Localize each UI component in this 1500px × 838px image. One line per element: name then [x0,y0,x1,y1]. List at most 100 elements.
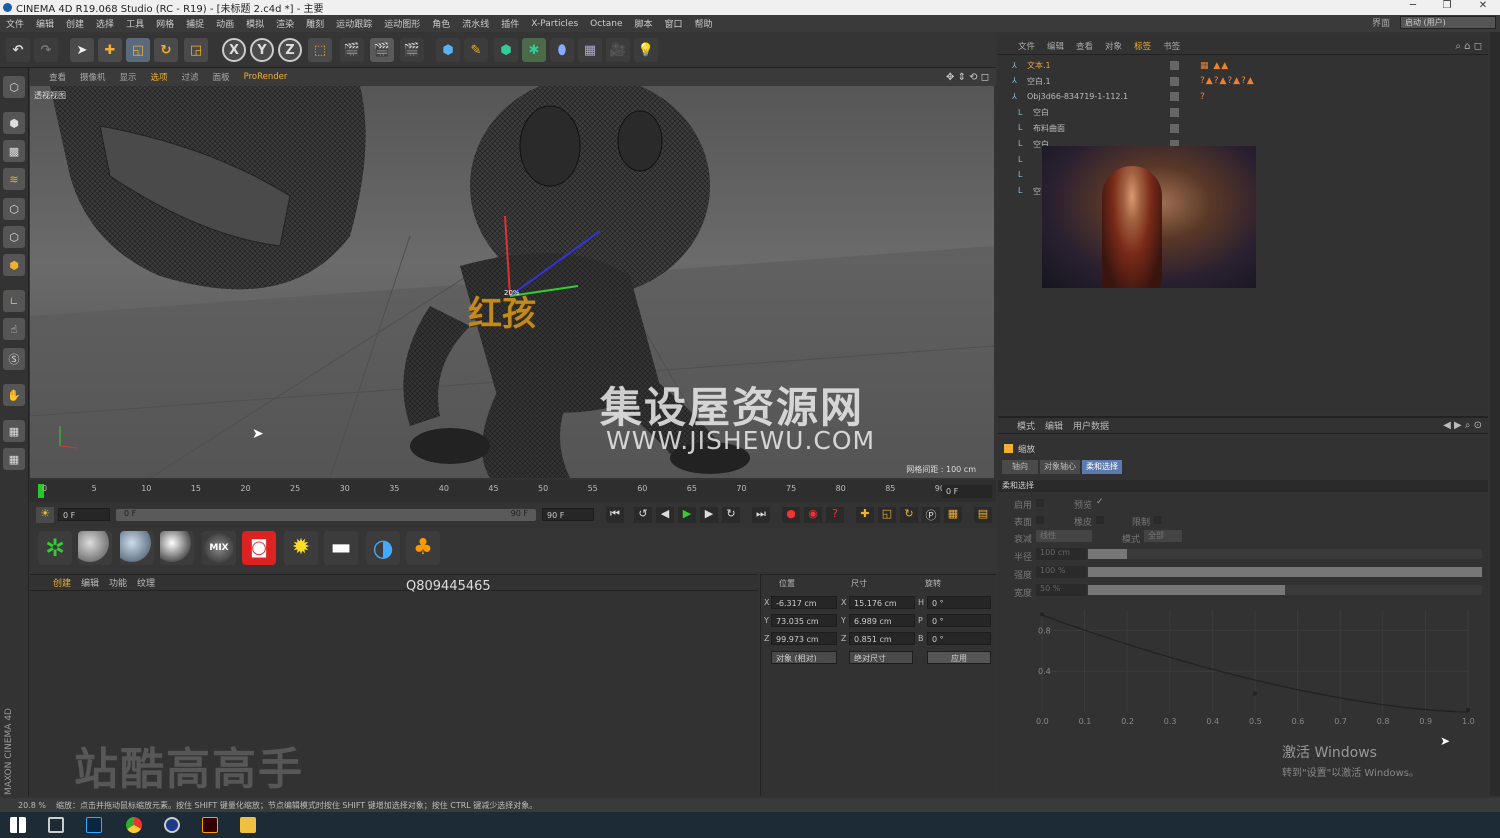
texture-mode-icon[interactable]: ▩ [3,140,25,162]
tab-soft-selection[interactable]: 柔和选择 [1082,460,1122,474]
menu-edit[interactable]: 编辑 [30,17,60,30]
menu-tools[interactable]: 工具 [120,17,150,30]
rotate-tool-icon[interactable]: ↻ [154,38,178,62]
photoshop-icon[interactable] [86,817,102,833]
model-mode-icon[interactable]: ⬢ [3,112,25,134]
menu-mesh[interactable]: 网格 [150,17,180,30]
obj-menu-objects[interactable]: 对象 [1099,40,1128,52]
key-parameter-icon[interactable]: Ⓟ [922,507,940,523]
mode-select[interactable]: 全部 [1144,530,1182,542]
tab-object-axis[interactable]: 对象轴心 [1040,460,1080,474]
range-slider[interactable]: 0 F 90 F [116,509,536,521]
recent-tool-icon[interactable]: ◲ [184,38,208,62]
timeline-end-field[interactable]: 0 F [942,485,992,498]
visibility-toggle-icon[interactable] [1170,123,1179,133]
rot-h-field[interactable]: 0 ° [927,596,991,609]
workplane-icon[interactable]: ≋ [3,168,25,190]
perspective-viewport[interactable]: 透视视图 红孩 20% 集设屋资源网 WWW.JISHEWU.COM 网格间距 … [30,86,994,478]
cloner-icon[interactable]: ✱ [522,38,546,62]
strength-slider[interactable] [1088,567,1482,577]
menu-file[interactable]: 文件 [0,17,30,30]
obj-menu-edit[interactable]: 编辑 [1041,40,1070,52]
key-pla-icon[interactable]: ▦ [944,507,962,523]
pos-x-field[interactable]: -6.317 cm [771,596,837,609]
curve-knot[interactable] [1040,612,1044,617]
mix-material-icon[interactable]: MIX [202,531,236,565]
obj-menu-tags[interactable]: 标签 [1128,40,1157,52]
menu-snap[interactable]: 捕捉 [180,17,210,30]
menu-animate[interactable]: 动画 [210,17,240,30]
chrome-icon[interactable] [126,817,142,833]
close-button[interactable]: ✕ [1468,0,1498,15]
field-restrict-checkbox[interactable] [1154,516,1162,524]
menu-motion-tracker[interactable]: 运动跟踪 [330,17,378,30]
menu-plugins[interactable]: 插件 [495,17,525,30]
deformer-icon[interactable]: ⬮ [550,38,574,62]
maximize-button[interactable]: ❐ [1432,0,1462,15]
text-object-label[interactable]: 红孩 [468,286,536,335]
vp-menu-prorender[interactable]: ProRender [237,72,295,82]
play-icon[interactable]: ▶ [678,507,696,523]
size-z-field[interactable]: 0.851 cm [849,632,915,645]
menu-render[interactable]: 渲染 [270,17,300,30]
auto-key-icon[interactable]: ◉ [804,507,822,523]
visibility-toggle-icon[interactable] [1170,76,1179,86]
redo-icon[interactable]: ↷ [34,38,58,62]
timeline-ruler[interactable]: 0 5 10 15 20 25 30 35 40 45 50 55 60 65 70 75 80 85 90 0 F [30,480,996,502]
menu-script[interactable]: 脚本 [629,17,659,30]
size-x-field[interactable]: 15.176 cm [849,596,915,609]
objmgr-search-icon[interactable]: ⌕ ⌂ ◻ [1449,41,1488,52]
vp-menu-camera[interactable]: 摄像机 [73,71,113,83]
floor-icon[interactable]: ▦ [578,38,602,62]
move-tool-icon[interactable]: ✚ [98,38,122,62]
undo-icon[interactable]: ↶ [6,38,30,62]
axis-x-button[interactable]: X [222,38,246,62]
field-preview-checkbox[interactable]: ✓ [1096,497,1104,507]
points-mode-icon[interactable]: ⬡ [3,198,25,220]
workplane-lock-icon[interactable]: ▦ [3,420,25,442]
visibility-toggle-icon[interactable] [1170,108,1179,118]
field-surface-checkbox[interactable] [1036,516,1044,524]
menu-sculpt[interactable]: 雕刻 [300,17,330,30]
menu-help[interactable]: 帮助 [689,17,719,30]
vp-menu-view[interactable]: 查看 [42,71,73,83]
contrast-icon[interactable]: ◑ [366,531,400,565]
attr-menu-edit[interactable]: 编辑 [1040,419,1068,432]
menu-select[interactable]: 选择 [90,17,120,30]
menu-xparticles[interactable]: X-Particles [525,19,584,29]
edges-mode-icon[interactable]: ⬡ [3,226,25,248]
radius-field[interactable]: 100 cm [1036,548,1086,560]
material-sphere-1-icon[interactable] [78,531,112,565]
object-row[interactable]: L 空白 [1004,105,1484,120]
render-settings-icon[interactable]: 🎬 [400,38,424,62]
goto-start-icon[interactable]: ⏮ [606,507,624,523]
polygons-mode-icon[interactable]: ⬢ [3,254,25,276]
material-sphere-3-icon[interactable] [160,531,194,565]
curve-knot[interactable] [1466,707,1470,712]
right-tab-strip[interactable] [1490,32,1500,796]
rot-p-field[interactable]: 0 ° [927,614,991,627]
object-row[interactable]: L 布料曲面 [1004,121,1484,136]
step-back-icon[interactable]: ◀ [656,507,674,523]
viewport-nav-icons[interactable]: ✥ ⇕ ⟲ ◻ [939,72,996,83]
width-field[interactable]: 50 % [1036,584,1086,596]
field-enable-checkbox[interactable] [1036,499,1044,507]
area-light-icon[interactable]: ▬ [324,531,358,565]
sculpt-icon[interactable]: ✋ [3,384,25,406]
goto-prev-key-icon[interactable]: ↺ [634,507,652,523]
falloff-select[interactable]: 线性 [1036,530,1092,542]
keyframe-selection-icon[interactable]: ? [826,507,844,523]
coord-size-select[interactable]: 绝对尺寸 [849,651,913,664]
object-row[interactable]: ⅄ 文本.1 ▦ ▲▲ [1004,58,1484,73]
coord-apply-button[interactable]: 应用 [927,651,991,664]
menu-simulate[interactable]: 模拟 [240,17,270,30]
layout-select[interactable]: 启动 (用户) [1400,16,1496,29]
task-view-icon[interactable] [48,817,64,833]
illustrator-icon[interactable] [202,817,218,833]
obj-menu-view[interactable]: 查看 [1070,40,1099,52]
goto-end-icon[interactable]: ⏭ [752,507,770,523]
strength-field[interactable]: 100 % [1036,566,1086,578]
select-tool-icon[interactable]: ➤ [70,38,94,62]
axis-y-button[interactable]: Y [250,38,274,62]
obj-menu-file[interactable]: 文件 [1012,40,1041,52]
